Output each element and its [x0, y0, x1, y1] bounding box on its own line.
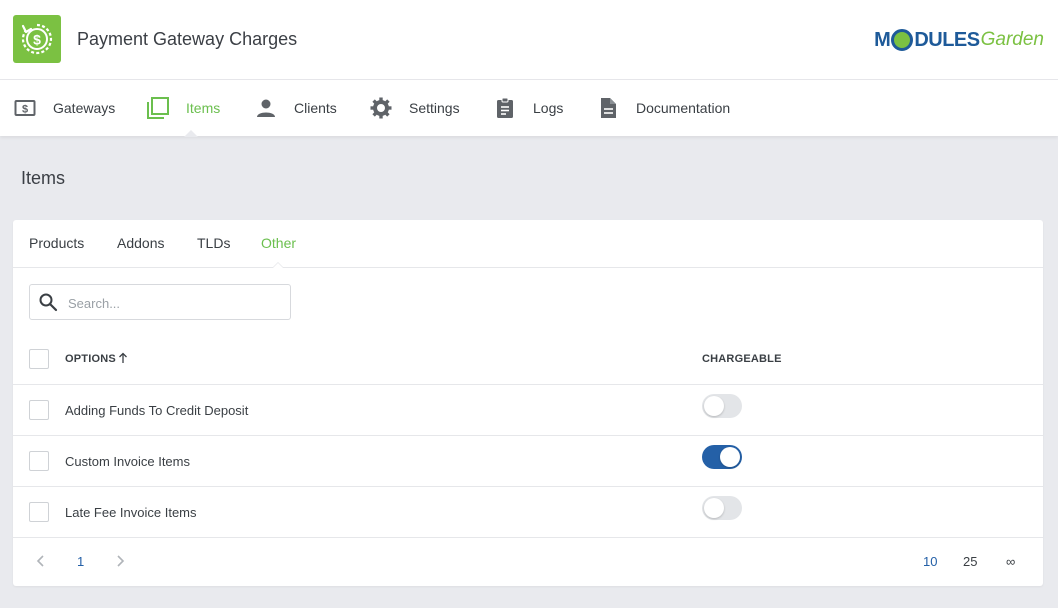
toggle-knob: [704, 498, 724, 518]
app-title: Payment Gateway Charges: [77, 29, 298, 49]
user-icon: [254, 96, 278, 120]
row-checkbox[interactable]: [29, 451, 49, 471]
tab-addons[interactable]: Addons: [117, 235, 164, 251]
sort-ascending-icon[interactable]: [118, 351, 128, 369]
toggle-knob: [704, 396, 724, 416]
search-icon: [38, 292, 58, 317]
chargeable-toggle[interactable]: [702, 496, 742, 520]
nav-clients[interactable]: Clients: [254, 80, 337, 136]
nav-settings[interactable]: Settings: [369, 80, 460, 136]
items-icon: [146, 96, 170, 120]
chargeable-toggle[interactable]: [702, 394, 742, 418]
row-checkbox[interactable]: [29, 400, 49, 420]
page-title: Items: [21, 168, 66, 188]
tab-tlds[interactable]: TLDs: [197, 235, 230, 251]
tab-other[interactable]: Other: [261, 235, 296, 251]
page-size-10[interactable]: 10: [923, 554, 937, 569]
table-header: OPTIONS CHARGEABLE: [13, 334, 1043, 385]
chevron-left-icon[interactable]: [35, 553, 47, 574]
page-number[interactable]: 1: [77, 554, 84, 569]
select-all-checkbox[interactable]: [29, 349, 49, 369]
table-row: Adding Funds To Credit Deposit: [13, 385, 1043, 436]
nav-logs-label: Logs: [533, 100, 564, 116]
top-bar: $ Payment Gateway Charges M DULES Garden: [0, 0, 1058, 80]
nav-clients-label: Clients: [294, 100, 337, 116]
active-tab-indicator: [272, 262, 284, 268]
svg-text:$: $: [33, 32, 41, 48]
chevron-right-icon[interactable]: [114, 553, 126, 574]
modulesgarden-logo: M DULES Garden: [874, 28, 1044, 51]
main-nav: $ Gateways Items Clients Settings Logs D…: [0, 80, 1058, 137]
page-size-25[interactable]: 25: [963, 554, 977, 569]
nav-gateways-label: Gateways: [53, 100, 116, 116]
globe-icon: [891, 29, 914, 51]
active-nav-indicator: [184, 130, 198, 137]
page-size-all[interactable]: ∞: [1006, 554, 1015, 569]
nav-items-label: Items: [186, 100, 221, 116]
nav-gateways[interactable]: $ Gateways: [13, 80, 115, 136]
search-input[interactable]: [68, 293, 278, 313]
row-label: Custom Invoice Items: [65, 454, 190, 469]
document-icon: [596, 96, 620, 120]
nav-settings-label: Settings: [409, 100, 460, 116]
table-row: Late Fee Invoice Items: [13, 487, 1043, 538]
tab-products[interactable]: Products: [29, 235, 84, 251]
nav-documentation[interactable]: Documentation: [596, 80, 730, 136]
row-label: Adding Funds To Credit Deposit: [65, 403, 249, 418]
row-checkbox[interactable]: [29, 502, 49, 522]
svg-text:$: $: [22, 104, 28, 116]
table-row: Custom Invoice Items: [13, 436, 1043, 487]
pagination: 1 10 25 ∞: [13, 538, 1043, 586]
nav-logs[interactable]: Logs: [493, 80, 563, 136]
subtabs: Products Addons TLDs Other: [13, 220, 1043, 268]
toggle-knob: [720, 447, 740, 467]
chargeable-toggle[interactable]: [702, 445, 742, 469]
gear-icon: [369, 96, 393, 120]
row-label: Late Fee Invoice Items: [65, 505, 197, 520]
nav-documentation-label: Documentation: [636, 100, 731, 116]
app-logo-icon: $: [13, 15, 61, 63]
column-options[interactable]: OPTIONS: [65, 353, 116, 365]
items-card: Products Addons TLDs Other OPTIONS CHARG…: [13, 220, 1043, 586]
nav-items[interactable]: Items: [146, 80, 220, 136]
money-icon: $: [13, 96, 37, 120]
column-chargeable: CHARGEABLE: [702, 353, 782, 365]
clipboard-icon: [493, 96, 517, 120]
search-box: [29, 284, 291, 320]
